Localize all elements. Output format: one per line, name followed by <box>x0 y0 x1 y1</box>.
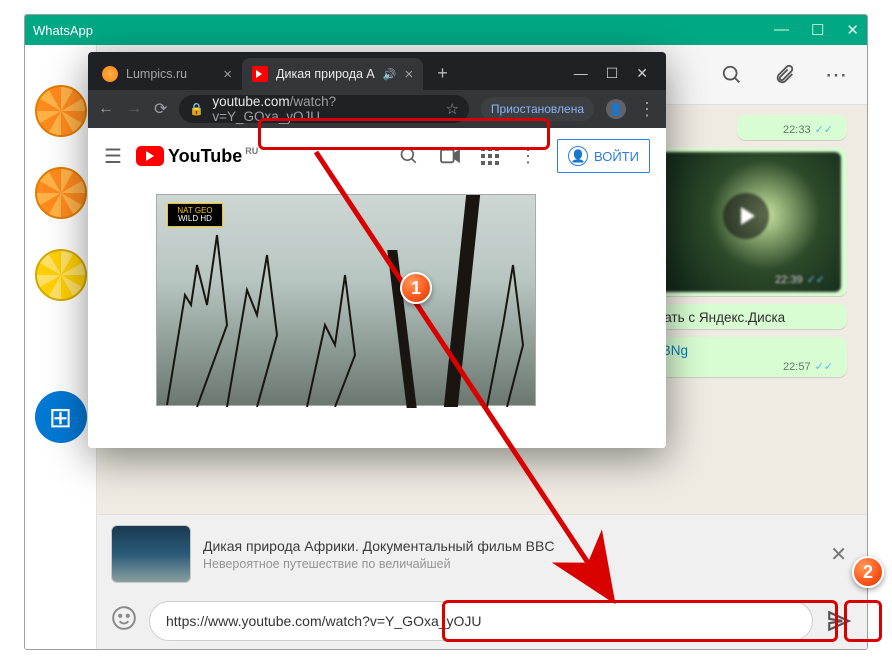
url-host: youtube.com <box>212 94 289 109</box>
chat-avatar[interactable] <box>35 85 87 137</box>
browser-tab[interactable]: Lumpics.ru × <box>92 58 242 90</box>
chat-avatar[interactable] <box>35 249 87 301</box>
profile-icon[interactable]: 👤 <box>606 99 626 119</box>
youtube-page: ☰ YouTube RU ⋮ 👤 ВОЙТИ NAT GEO WILD HD <box>88 128 666 448</box>
lock-icon[interactable]: 🔒 <box>189 102 204 116</box>
video-thumbnail[interactable]: 22:39 ✓✓ <box>651 152 841 292</box>
maximize-icon[interactable]: ☐ <box>606 65 619 82</box>
sync-paused-chip[interactable]: Приостановлена <box>481 97 594 121</box>
preview-subtitle: Невероятное путешествие по величайшей <box>203 557 812 571</box>
tab-close-icon[interactable]: × <box>223 66 232 83</box>
tab-title: Lumpics.ru <box>126 67 187 81</box>
whatsapp-titlebar[interactable]: WhatsApp — ☐ ✕ <box>25 15 867 45</box>
whatsapp-title: WhatsApp <box>33 23 93 38</box>
address-bar-row: ← → ⟳ 🔒 youtube.com/watch?v=Y_GOxa_yOJU … <box>88 90 666 128</box>
send-button[interactable] <box>825 607 853 635</box>
video-frame-art <box>157 195 537 407</box>
chat-avatar[interactable]: ⊞ <box>35 391 87 443</box>
maximize-icon[interactable]: ☐ <box>811 21 824 39</box>
hamburger-icon[interactable]: ☰ <box>104 144 122 169</box>
read-tick-icon: ✓✓ <box>815 124 833 136</box>
settings-menu-icon[interactable]: ⋮ <box>519 146 537 167</box>
forward-icon[interactable]: → <box>126 100 142 118</box>
video-player[interactable]: NAT GEO WILD HD <box>156 194 536 406</box>
new-tab-button[interactable]: + <box>431 57 454 90</box>
tab-close-icon[interactable]: × <box>404 66 413 83</box>
person-icon: 👤 <box>568 146 588 166</box>
search-icon[interactable] <box>721 64 743 86</box>
close-icon[interactable]: ✕ <box>846 21 859 39</box>
message-time: 22:33 <box>783 124 811 136</box>
youtube-logo[interactable]: YouTube RU <box>136 146 258 167</box>
create-icon[interactable] <box>439 147 461 165</box>
signin-button[interactable]: 👤 ВОЙТИ <box>557 139 650 173</box>
input-row <box>97 593 867 649</box>
message-time: 22:57 <box>783 361 811 373</box>
preview-thumbnail <box>111 525 191 583</box>
message-time: 22:39 <box>775 274 803 286</box>
favicon-icon <box>102 66 118 82</box>
search-icon[interactable] <box>399 146 419 166</box>
url-bar[interactable]: 🔒 youtube.com/watch?v=Y_GOxa_yOJU ☆ <box>179 95 469 123</box>
minimize-icon[interactable]: — <box>774 21 789 39</box>
read-tick-icon: ✓✓ <box>815 361 833 373</box>
attach-icon[interactable] <box>773 64 795 86</box>
bookmark-icon[interactable]: ☆ <box>445 100 458 118</box>
chat-sidebar: ⊞ <box>25 45 97 649</box>
preview-title: Дикая природа Африки. Документальный фил… <box>203 538 812 554</box>
reload-icon[interactable]: ⟳ <box>154 99 167 119</box>
message-bubble[interactable]: 22:33 ✓✓ <box>737 115 847 140</box>
message-input[interactable] <box>149 601 813 641</box>
browser-window: Lumpics.ru × Дикая природа А 🔊 × + — ☐ ✕… <box>88 52 666 448</box>
emoji-icon[interactable] <box>111 605 137 637</box>
audio-icon[interactable]: 🔊 <box>383 68 397 81</box>
close-icon[interactable]: ✕ <box>636 65 648 82</box>
minimize-icon[interactable]: — <box>574 65 588 82</box>
read-tick-icon: ✓✓ <box>807 274 825 286</box>
apps-icon[interactable] <box>481 147 499 165</box>
tab-title: Дикая природа А <box>276 67 375 81</box>
preview-close-icon[interactable]: ✕ <box>824 536 853 573</box>
youtube-header: ☰ YouTube RU ⋮ 👤 ВОЙТИ <box>88 128 666 184</box>
browser-menu-icon[interactable]: ⋮ <box>638 99 656 120</box>
youtube-play-icon <box>136 146 164 166</box>
back-icon[interactable]: ← <box>98 100 114 118</box>
video-message[interactable]: 22:39 ✓✓ <box>647 148 847 296</box>
menu-icon[interactable]: ⋯ <box>825 62 849 88</box>
browser-tab-active[interactable]: Дикая природа А 🔊 × <box>242 58 423 90</box>
tab-strip: Lumpics.ru × Дикая природа А 🔊 × + — ☐ ✕ <box>88 52 666 90</box>
chat-avatar[interactable] <box>35 167 87 219</box>
play-icon[interactable] <box>723 193 769 239</box>
favicon-icon <box>252 66 268 82</box>
link-preview: Дикая природа Африки. Документальный фил… <box>97 514 867 593</box>
